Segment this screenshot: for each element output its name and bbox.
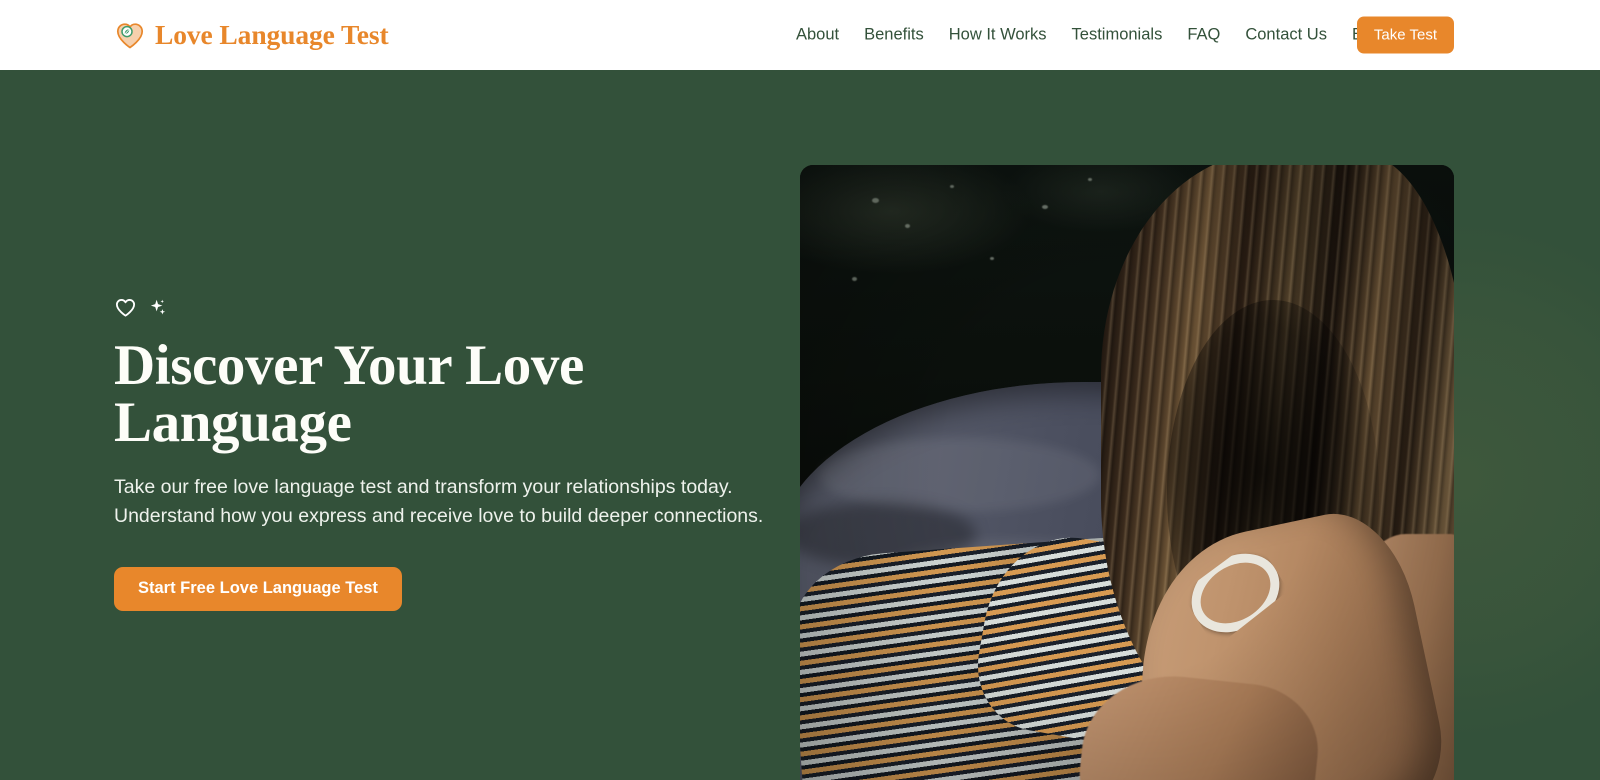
hero-image (800, 165, 1454, 780)
hero-content: Discover Your Love Language Take our fre… (114, 296, 794, 611)
hero-subtitle: Take our free love language test and tra… (114, 476, 764, 527)
sparkles-icon (150, 299, 166, 315)
hero-section: Discover Your Love Language Take our fre… (0, 70, 1600, 780)
hero-decor-icons (114, 296, 794, 319)
brand-name: Love Language Test (155, 19, 389, 50)
nav-item-how-it-works[interactable]: How It Works (949, 27, 1047, 44)
nav-item-about[interactable]: About (796, 27, 839, 44)
nav-item-faq[interactable]: FAQ (1187, 27, 1220, 44)
brand-logo-link[interactable]: Love Language Test (114, 19, 389, 51)
nav-item-benefits[interactable]: Benefits (864, 27, 924, 44)
hero-photo-illustration (800, 165, 1454, 780)
start-free-test-button[interactable]: Start Free Love Language Test (114, 566, 402, 611)
nav-item-testimonials[interactable]: Testimonials (1072, 27, 1163, 44)
nav-item-contact-us[interactable]: Contact Us (1245, 27, 1327, 44)
main-navigation: About Benefits How It Works Testimonials… (796, 16, 1454, 54)
heart-outline-icon (115, 299, 136, 317)
take-test-button[interactable]: Take Test (1356, 16, 1454, 54)
hero-title: Discover Your Love Language (114, 334, 584, 454)
heart-leaf-icon (116, 23, 144, 49)
landing-page: Love Language Test About Benefits How It… (0, 0, 1600, 780)
site-header: Love Language Test About Benefits How It… (0, 0, 1600, 70)
